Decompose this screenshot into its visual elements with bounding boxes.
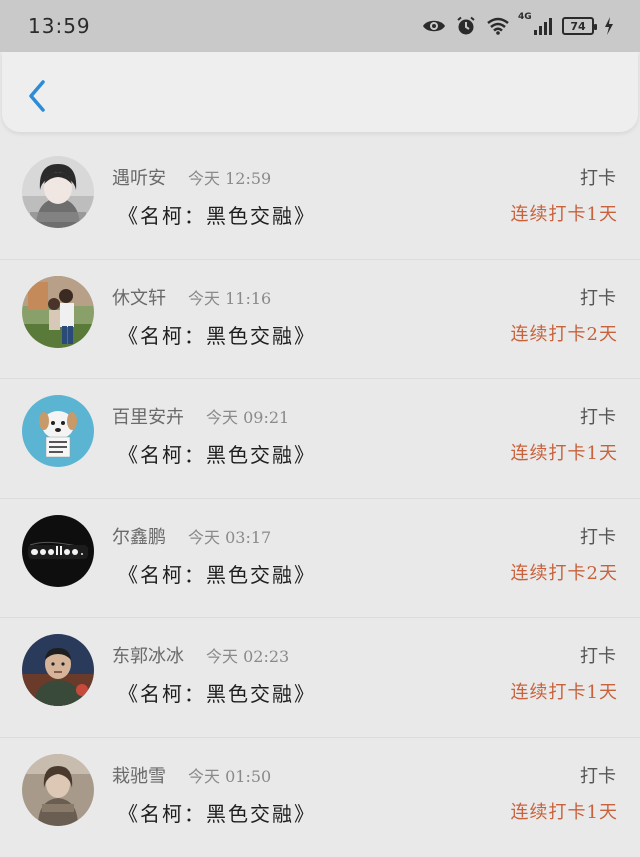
- item-meta: 遇听安 今天 12:59: [112, 164, 271, 190]
- timestamp: 今天 02:23: [206, 643, 289, 667]
- checkin-label: 打卡: [580, 403, 616, 429]
- book-title[interactable]: 《名柯：黑色交融》: [118, 678, 316, 707]
- battery-level: 74: [570, 20, 585, 33]
- list-item[interactable]: 遇听安 今天 12:59 《名柯：黑色交融》 打卡 连续打卡1天: [0, 140, 640, 260]
- avatar[interactable]: [22, 156, 94, 228]
- checkin-label: 打卡: [580, 523, 616, 549]
- list-item[interactable]: 百里安卉 今天 09:21 《名柯：黑色交融》 打卡 连续打卡1天: [0, 379, 640, 499]
- user-name[interactable]: 百里安卉: [112, 403, 184, 429]
- network-type: 4G: [518, 12, 532, 22]
- book-title[interactable]: 《名柯：黑色交融》: [118, 439, 316, 468]
- user-name[interactable]: 遇听安: [112, 164, 166, 190]
- timestamp: 今天 01:50: [188, 763, 271, 787]
- user-name[interactable]: 栽驰雪: [112, 762, 166, 788]
- top-nav: [2, 52, 638, 132]
- battery-icon: 74: [562, 17, 594, 35]
- streak-badge: 连续打卡2天: [511, 559, 618, 585]
- timestamp: 今天 11:16: [188, 285, 271, 309]
- chevron-left-icon: [27, 79, 47, 113]
- charging-icon: [604, 17, 614, 35]
- timestamp: 今天 03:17: [188, 524, 271, 548]
- checkin-label: 打卡: [580, 762, 616, 788]
- book-title[interactable]: 《名柯：黑色交融》: [118, 320, 316, 349]
- alarm-icon: [456, 16, 476, 36]
- eye-icon: [422, 18, 446, 34]
- list-item[interactable]: 尔鑫鹏 今天 03:17 《名柯：黑色交融》 打卡 连续打卡2天: [0, 499, 640, 619]
- avatar[interactable]: [22, 754, 94, 826]
- list-item[interactable]: 休文轩 今天 11:16 《名柯：黑色交融》 打卡 连续打卡2天: [0, 260, 640, 380]
- list-item[interactable]: 栽驰雪 今天 01:50 《名柯：黑色交融》 打卡 连续打卡1天: [0, 738, 640, 857]
- checkin-label: 打卡: [580, 642, 616, 668]
- streak-badge: 连续打卡1天: [511, 798, 618, 824]
- avatar[interactable]: [22, 515, 94, 587]
- timestamp: 今天 09:21: [206, 404, 289, 428]
- avatar[interactable]: [22, 634, 94, 706]
- checkin-list: 遇听安 今天 12:59 《名柯：黑色交融》 打卡 连续打卡1天 休文轩: [0, 140, 640, 857]
- item-meta: 尔鑫鹏 今天 03:17: [112, 523, 271, 549]
- user-name[interactable]: 休文轩: [112, 284, 166, 310]
- user-name[interactable]: 东郭冰冰: [112, 642, 184, 668]
- signal-icon: 4G: [520, 18, 552, 35]
- book-title[interactable]: 《名柯：黑色交融》: [118, 200, 316, 229]
- streak-badge: 连续打卡2天: [511, 320, 618, 346]
- wifi-icon: [486, 17, 510, 35]
- item-meta: 休文轩 今天 11:16: [112, 284, 271, 310]
- avatar[interactable]: [22, 395, 94, 467]
- book-title[interactable]: 《名柯：黑色交融》: [118, 798, 316, 827]
- streak-badge: 连续打卡1天: [511, 678, 618, 704]
- item-meta: 栽驰雪 今天 01:50: [112, 762, 271, 788]
- book-title[interactable]: 《名柯：黑色交融》: [118, 559, 316, 588]
- checkin-label: 打卡: [580, 284, 616, 310]
- back-button[interactable]: [22, 78, 52, 114]
- user-name[interactable]: 尔鑫鹏: [112, 523, 166, 549]
- item-meta: 东郭冰冰 今天 02:23: [112, 642, 289, 668]
- checkin-label: 打卡: [580, 164, 616, 190]
- status-bar: 13:59 4G 74: [0, 0, 640, 52]
- list-item[interactable]: 东郭冰冰 今天 02:23 《名柯：黑色交融》 打卡 连续打卡1天: [0, 618, 640, 738]
- streak-badge: 连续打卡1天: [511, 200, 618, 226]
- avatar[interactable]: [22, 276, 94, 348]
- item-meta: 百里安卉 今天 09:21: [112, 403, 289, 429]
- status-time: 13:59: [28, 14, 91, 38]
- streak-badge: 连续打卡1天: [511, 439, 618, 465]
- status-icons: 4G 74: [422, 16, 614, 36]
- timestamp: 今天 12:59: [188, 165, 271, 189]
